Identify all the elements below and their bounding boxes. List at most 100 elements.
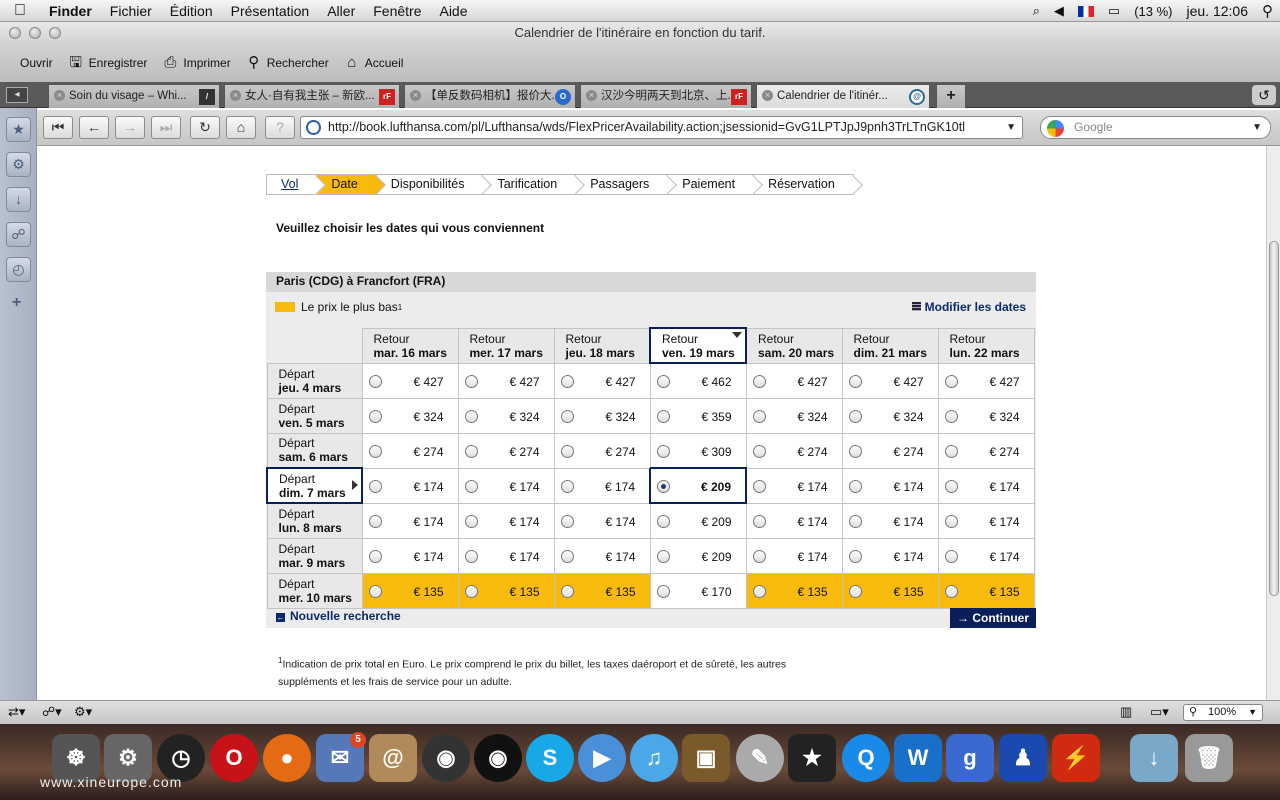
fare-radio[interactable] — [656, 409, 670, 423]
reload-icon[interactable]: ↻ — [190, 116, 220, 139]
share-icon[interactable]: ☍ — [6, 222, 31, 247]
last-page-icon[interactable]: ⏭ — [151, 116, 181, 139]
fare-radio[interactable] — [752, 409, 766, 423]
fare-cell[interactable]: € 427 — [457, 362, 555, 399]
fare-radio[interactable] — [752, 444, 766, 458]
fare-cell[interactable]: € 427 — [361, 362, 459, 399]
fare-radio[interactable] — [944, 409, 958, 423]
itunes-icon[interactable]: ♫ — [630, 734, 678, 782]
fare-cell[interactable]: € 135 — [457, 572, 555, 609]
wifi-icon[interactable]: ⌕ — [1033, 3, 1040, 19]
return-date-header[interactable]: Retour lun. 22 mars — [937, 327, 1035, 364]
menu-fichier[interactable]: Fichier — [101, 3, 161, 19]
tab-calendrier[interactable]: × Calendrier de l'itinér... @ — [756, 84, 930, 108]
fare-cell[interactable]: € 135 — [745, 572, 843, 609]
penguin-icon[interactable]: ◉ — [422, 734, 470, 782]
fare-radio[interactable] — [369, 479, 382, 493]
fare-cell[interactable]: € 274 — [745, 432, 843, 469]
fare-cell[interactable]: € 309 — [649, 432, 747, 469]
fare-cell[interactable]: € 324 — [457, 397, 555, 434]
fare-cell[interactable]: € 427 — [553, 362, 651, 399]
flash-icon[interactable]: ⚡ — [1052, 734, 1100, 782]
fare-cell[interactable]: € 174 — [841, 537, 939, 574]
back-arrow-icon[interactable]: ← — [79, 116, 109, 139]
fare-cell[interactable]: € 174 — [937, 467, 1035, 504]
fare-radio[interactable] — [752, 374, 766, 388]
zoom-selector[interactable]: ⚲ 100% ▼ — [1183, 704, 1263, 721]
depart-date-header[interactable]: Départ lun. 8 mars — [266, 502, 363, 539]
settings-icon[interactable]: ⚙▾ — [74, 704, 92, 720]
menu-aller[interactable]: Aller — [318, 3, 364, 19]
fare-radio[interactable] — [944, 549, 958, 563]
fare-cell[interactable]: € 135 — [937, 572, 1035, 609]
fare-cell[interactable]: € 324 — [745, 397, 843, 434]
fare-radio[interactable] — [753, 479, 766, 493]
fare-radio[interactable] — [656, 515, 670, 528]
pen-app-icon[interactable]: ✎ — [736, 734, 784, 782]
open-button[interactable]: Ouvrir — [20, 56, 53, 70]
fare-radio[interactable] — [944, 584, 958, 598]
fare-radio[interactable] — [656, 375, 670, 388]
fare-cell[interactable]: € 324 — [361, 397, 459, 434]
print-button[interactable]: ⎙ Imprimer — [161, 54, 230, 72]
fare-cell[interactable]: € 324 — [841, 397, 939, 434]
fare-radio[interactable] — [368, 549, 382, 563]
zoom-window-button[interactable] — [49, 27, 61, 39]
save-button[interactable]: 🖫 Enregistrer — [67, 54, 147, 72]
fare-radio[interactable] — [752, 514, 766, 528]
fare-cell[interactable]: € 174 — [745, 467, 843, 504]
download-arrow-icon[interactable]: ↓ — [6, 187, 31, 212]
menu-presentation[interactable]: Présentation — [222, 3, 319, 19]
close-tab-icon[interactable]: × — [586, 90, 597, 101]
opera-icon[interactable]: O — [210, 734, 258, 782]
fare-cell[interactable]: € 427 — [745, 362, 843, 399]
fare-cell-selected[interactable]: € 209 — [649, 467, 747, 504]
network-icon[interactable]: ☍▾ — [42, 704, 62, 720]
new-search-link[interactable]: ← Nouvelle recherche — [276, 609, 401, 623]
bookmark-star-icon[interactable]: ★ — [6, 117, 31, 142]
fare-radio[interactable] — [560, 514, 574, 528]
fare-cell[interactable]: € 174 — [361, 537, 459, 574]
fare-radio[interactable] — [464, 409, 478, 423]
fare-cell[interactable]: € 135 — [841, 572, 939, 609]
fare-radio[interactable] — [560, 444, 574, 458]
address-book-icon[interactable]: @ — [369, 734, 417, 782]
fare-radio[interactable] — [368, 584, 382, 598]
fare-radio[interactable] — [752, 584, 766, 598]
page-panel-icon[interactable]: ▥ — [1120, 704, 1132, 720]
history-icon[interactable]: ↺ — [1252, 85, 1276, 105]
search-engine-dropdown-icon[interactable]: ▼ — [1252, 117, 1262, 138]
depart-date-header[interactable]: Départ mer. 10 mars — [266, 572, 363, 609]
forward-arrow-icon[interactable]: → — [115, 116, 145, 139]
fare-radio[interactable] — [560, 479, 574, 493]
fare-radio[interactable] — [656, 584, 670, 598]
address-bar[interactable]: http://book.lufthansa.com/pl/Lufthansa/w… — [300, 116, 1023, 139]
fare-radio[interactable] — [464, 444, 478, 458]
step-vol[interactable]: Vol — [266, 174, 318, 195]
depart-date-header[interactable]: Départ ven. 5 mars — [266, 397, 363, 434]
fare-cell[interactable]: € 174 — [841, 467, 939, 504]
fare-radio[interactable] — [848, 549, 862, 563]
home-icon[interactable]: ⌂ — [226, 116, 256, 139]
quicktime-icon[interactable]: Q — [842, 734, 890, 782]
downloads-folder-icon[interactable]: ↓ — [1130, 734, 1178, 782]
fare-cell[interactable]: € 174 — [361, 502, 459, 539]
fare-radio[interactable] — [944, 479, 958, 493]
fare-radio[interactable] — [656, 444, 670, 458]
fare-cell[interactable]: € 174 — [457, 502, 555, 539]
home-button[interactable]: ⌂ Accueil — [343, 54, 403, 72]
return-date-header[interactable]: Retour dim. 21 mars — [841, 327, 939, 364]
fare-cell[interactable]: € 174 — [553, 537, 651, 574]
fare-cell[interactable]: € 274 — [553, 432, 651, 469]
fare-radio[interactable] — [464, 514, 478, 528]
fare-cell[interactable]: € 174 — [457, 537, 555, 574]
modify-dates-link[interactable]: Modifier les dates — [911, 300, 1026, 314]
return-date-header[interactable]: Retour jeu. 18 mars — [553, 327, 651, 364]
fare-radio[interactable] — [560, 409, 574, 423]
fare-radio[interactable] — [944, 444, 958, 458]
skype-icon[interactable]: S — [526, 734, 574, 782]
fare-radio[interactable] — [848, 409, 862, 423]
sync-icon[interactable]: ⇄▾ — [8, 704, 25, 720]
fare-radio[interactable] — [848, 584, 862, 598]
fare-cell[interactable]: € 274 — [937, 432, 1035, 469]
